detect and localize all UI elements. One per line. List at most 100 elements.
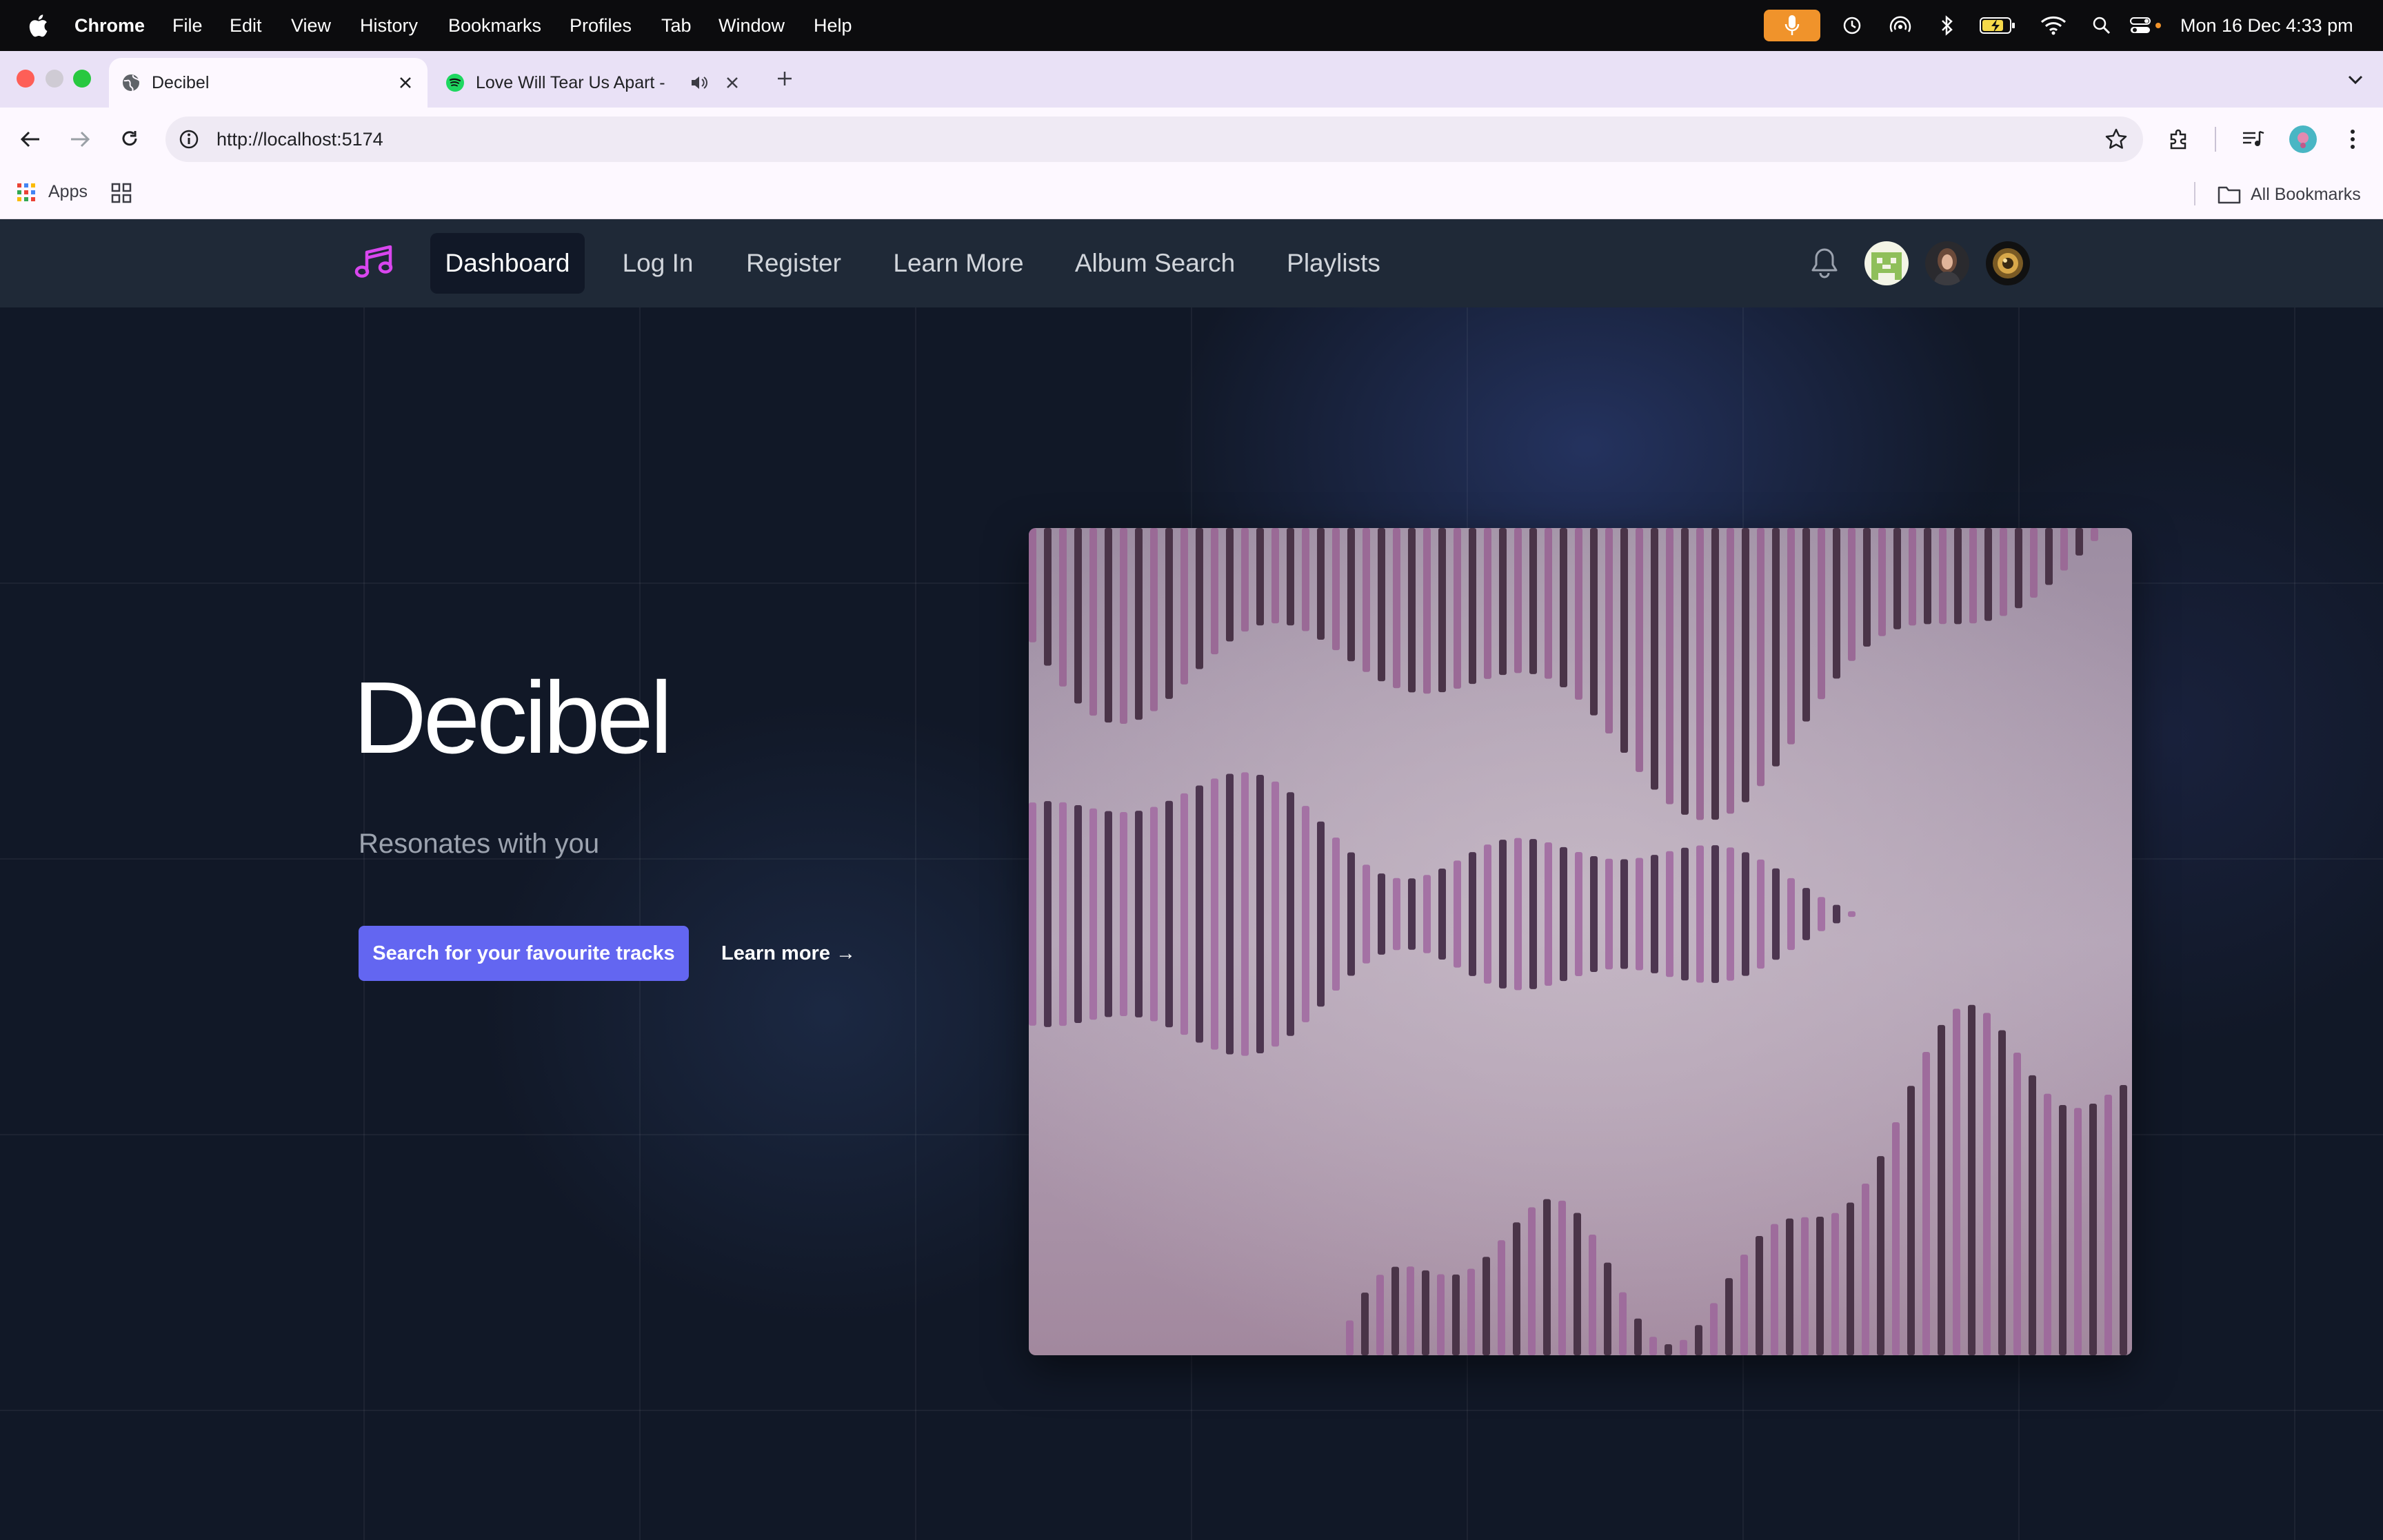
wave-bar	[1029, 528, 1036, 642]
menu-bookmarks[interactable]: Bookmarks	[448, 0, 541, 51]
search-tracks-button[interactable]: Search for your favourite tracks	[359, 926, 689, 981]
wave-bar	[1998, 1030, 2006, 1355]
bookmarks-divider	[2194, 182, 2195, 205]
extensions-puzzle-icon[interactable]	[2162, 123, 2195, 156]
menu-history[interactable]: History	[360, 0, 418, 51]
wave-bar	[1680, 1339, 1687, 1355]
site-info-icon[interactable]	[178, 128, 200, 150]
address-bar[interactable]: http://localhost:5174	[165, 116, 2143, 162]
menu-profiles[interactable]: Profiles	[570, 0, 632, 51]
wifi-icon[interactable]	[2038, 0, 2069, 51]
menu-edit[interactable]: Edit	[230, 0, 262, 51]
wave-bar	[1407, 1266, 1414, 1355]
wave-bar	[1575, 852, 1582, 976]
url-text[interactable]: http://localhost:5174	[217, 116, 383, 162]
wave-bar	[1877, 1156, 1884, 1355]
spotlight-icon[interactable]	[2088, 0, 2115, 51]
wave-bar	[1575, 528, 1582, 700]
wave-bar	[1256, 528, 1264, 626]
apple-icon[interactable]	[28, 13, 48, 38]
media-control-icon[interactable]	[2237, 123, 2270, 156]
nav-dashboard[interactable]: Dashboard	[430, 233, 585, 294]
tab-groups-icon[interactable]	[110, 182, 132, 204]
all-bookmarks-button[interactable]: All Bookmarks	[2218, 181, 2361, 208]
learn-more-link[interactable]: Learn more →	[721, 926, 856, 981]
menu-help[interactable]: Help	[814, 0, 852, 51]
new-tab-button[interactable]	[771, 65, 798, 92]
back-arrow-icon[interactable]	[14, 123, 47, 156]
close-tab-icon[interactable]	[394, 72, 416, 94]
bookmark-apps[interactable]: Apps	[17, 182, 88, 202]
wave-bar	[1059, 528, 1067, 687]
wave-bar	[1695, 1325, 1702, 1355]
maximize-window-button[interactable]	[73, 70, 91, 88]
wave-bar	[1893, 528, 1901, 629]
menu-view[interactable]: View	[291, 0, 331, 51]
hero-subtitle: Resonates with you	[359, 829, 600, 859]
minimize-window-button[interactable]	[46, 70, 63, 88]
wave-bar	[1211, 778, 1218, 1050]
control-center-icon[interactable]	[2128, 0, 2165, 51]
tab-title: Love Will Tear Us Apart -	[476, 72, 665, 92]
wave-bar	[1226, 528, 1234, 642]
forward-arrow-icon[interactable]	[63, 123, 97, 156]
menu-app-name[interactable]: Chrome	[74, 0, 145, 51]
music-note-logo-icon[interactable]	[354, 245, 393, 280]
wave-bar	[2030, 528, 2038, 598]
sound-wave-artwork	[1029, 528, 2132, 1355]
profile-avatar[interactable]	[2286, 123, 2320, 156]
wave-bar	[1651, 528, 1658, 790]
menubar-clock[interactable]: Mon 16 Dec 4:33 pm	[2180, 0, 2353, 51]
airdrop-icon[interactable]	[1887, 0, 1914, 51]
microphone-icon[interactable]	[1764, 10, 1820, 41]
menu-file[interactable]: File	[172, 0, 203, 51]
wave-bar	[1878, 528, 1886, 636]
bluetooth-icon[interactable]	[1935, 0, 1960, 51]
wave-bar	[1484, 844, 1491, 984]
nav-learn-more[interactable]: Learn More	[878, 233, 1038, 294]
wave-bar	[1120, 812, 1127, 1016]
avatar[interactable]	[1986, 241, 2030, 285]
nav-playlists[interactable]: Playlists	[1271, 233, 1396, 294]
wave-bar	[2091, 528, 2098, 541]
menu-tab[interactable]: Tab	[661, 0, 692, 51]
nav-register[interactable]: Register	[732, 233, 855, 294]
wave-bar	[1180, 528, 1188, 685]
wave-bar	[1513, 1222, 1520, 1355]
wave-bar	[1196, 785, 1203, 1043]
wave-bar	[1302, 528, 1309, 631]
tab-spotify[interactable]: Love Will Tear Us Apart -	[433, 58, 757, 108]
bookmark-star-icon[interactable]	[2104, 128, 2128, 151]
close-window-button[interactable]	[17, 70, 34, 88]
wave-bar	[1772, 868, 1780, 960]
wave-bar	[1711, 528, 1719, 820]
apps-label: Apps	[48, 182, 88, 201]
nav-album-search[interactable]: Album Search	[1062, 233, 1248, 294]
nav-log-in[interactable]: Log In	[607, 233, 709, 294]
close-tab-icon[interactable]	[721, 72, 743, 94]
reload-icon[interactable]	[113, 123, 146, 156]
chevron-down-icon[interactable]	[2340, 65, 2371, 95]
tab-decibel[interactable]: Decibel	[109, 58, 428, 108]
more-menu-icon[interactable]	[2336, 123, 2369, 156]
wave-bar	[1786, 1218, 1793, 1355]
wave-bar	[1892, 1122, 1900, 1355]
avatar[interactable]	[1864, 241, 1909, 285]
avatar[interactable]	[1925, 241, 1969, 285]
wave-bar	[1954, 528, 1962, 625]
wave-bar	[1346, 1320, 1354, 1355]
speaker-icon[interactable]	[688, 72, 710, 94]
wave-bar	[1150, 807, 1158, 1022]
wave-bar	[1393, 878, 1400, 951]
wave-bar	[1528, 1207, 1536, 1355]
wave-bar	[1757, 859, 1764, 969]
wave-bar	[1681, 847, 1689, 981]
menu-window[interactable]: Window	[718, 0, 785, 51]
wave-bar	[1363, 864, 1370, 964]
bell-icon[interactable]	[1809, 247, 1840, 280]
wave-bar	[1742, 528, 1749, 802]
tab-title: Decibel	[152, 72, 210, 92]
time-machine-icon[interactable]	[1838, 0, 1866, 51]
wave-bar	[1135, 811, 1143, 1017]
battery-icon[interactable]	[1976, 0, 2019, 51]
